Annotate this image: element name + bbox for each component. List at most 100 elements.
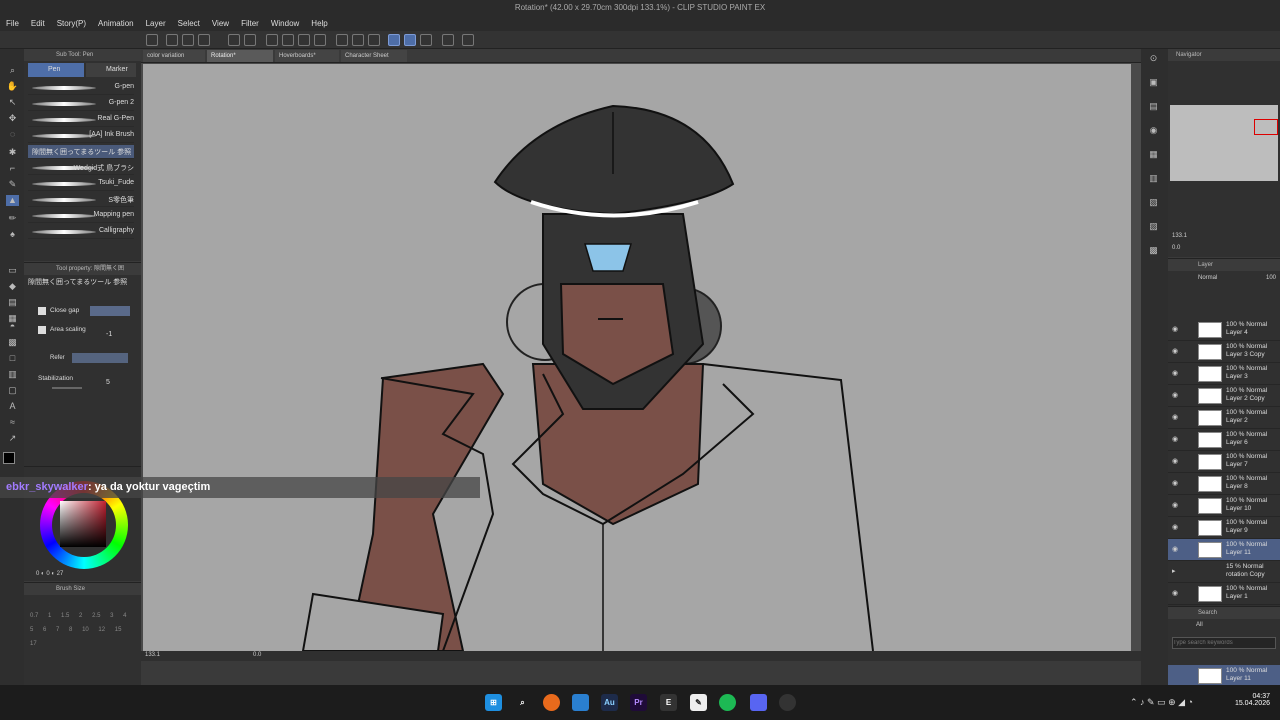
pencil-tool-icon[interactable]: ✏ (6, 213, 19, 224)
refer-layer-buttons[interactable] (72, 353, 128, 363)
transform-icon[interactable] (282, 34, 294, 46)
gradient-icon[interactable]: ▩ (6, 337, 19, 348)
viewport-frame[interactable] (1254, 119, 1278, 135)
loading-icon[interactable] (266, 34, 278, 46)
tab-pen[interactable]: Pen (28, 63, 84, 77)
layer-row[interactable]: ◉ 100 % Normal Layer 3 (1168, 363, 1280, 385)
auto-select-icon[interactable]: ✱ (6, 147, 19, 158)
operation-tool-icon[interactable]: ↖ (6, 97, 19, 108)
clear-icon[interactable] (368, 34, 380, 46)
audition-icon[interactable]: Au (601, 694, 618, 711)
menu-view[interactable]: View (212, 19, 229, 28)
menu-help[interactable]: Help (311, 19, 327, 28)
epic-icon[interactable]: E (660, 694, 677, 711)
brush-item[interactable]: Tsuki_Fude (28, 177, 134, 191)
search-input[interactable] (1172, 637, 1276, 649)
menu-animation[interactable]: Animation (98, 19, 134, 28)
layer-row[interactable]: ◉ 100 % Normal Layer 4 (1168, 319, 1280, 341)
navigator-preview[interactable] (1170, 105, 1278, 181)
crop-icon[interactable] (314, 34, 326, 46)
brush-item[interactable]: Real G-Pen (28, 113, 134, 127)
brush-item[interactable]: G-pen (28, 81, 134, 95)
close-gap-level[interactable] (90, 306, 130, 316)
layer-row[interactable]: ◉ 100 % Normal Layer 8 (1168, 473, 1280, 495)
tab-rotation[interactable]: Rotation* (207, 50, 273, 62)
menu-file[interactable]: File (6, 19, 19, 28)
lasso-icon[interactable]: ◌ (6, 129, 19, 140)
navigator-zoom[interactable]: 133.1 (1172, 233, 1187, 239)
blend-icon[interactable]: ◆ (6, 281, 19, 292)
tab-character-sheet[interactable]: Character Sheet (341, 50, 407, 62)
layer-row[interactable]: ◉ 100 % Normal Layer 10 (1168, 495, 1280, 517)
material-icon[interactable] (442, 34, 454, 46)
blend-mode-select[interactable]: Normal (1198, 275, 1217, 281)
frame-border-icon[interactable]: ▢ (6, 385, 19, 396)
discord-icon[interactable] (750, 694, 767, 711)
search-scope-select[interactable]: All (1196, 622, 1203, 628)
snap-ruler-icon[interactable] (388, 34, 400, 46)
brush-item[interactable]: Wedgid式 鳥ブラシ (28, 161, 134, 175)
area-scaling-checkbox[interactable] (38, 326, 46, 334)
stabilization-value[interactable]: 5 (106, 379, 110, 386)
windows-icon[interactable]: ⊞ (485, 694, 502, 711)
fill-tool-icon[interactable]: ▲ (6, 195, 19, 206)
text-tool-icon[interactable]: A (6, 401, 19, 412)
main-color-swatch[interactable] (3, 452, 15, 464)
brush-item[interactable]: G-pen 2 (28, 97, 134, 111)
eye-icon[interactable]: ◉ (1172, 391, 1178, 399)
tab-marker[interactable]: Marker (86, 63, 136, 77)
menu-layer[interactable]: Layer (146, 19, 166, 28)
snap-special-ruler-icon[interactable] (404, 34, 416, 46)
history-icon[interactable]: ▥ (1147, 173, 1160, 184)
eye-icon[interactable]: ◉ (1172, 589, 1178, 597)
layer-row[interactable]: ◉ 100 % Normal Layer 3 Copy (1168, 341, 1280, 363)
menu-window[interactable]: Window (271, 19, 299, 28)
new-file-icon[interactable] (166, 34, 178, 46)
pen-tool-icon[interactable]: ✎ (6, 179, 19, 190)
brush-item[interactable]: Calligraphy (28, 225, 134, 239)
opacity-value[interactable]: 100 (1266, 275, 1276, 281)
brush-item[interactable]: S零色筆 (28, 193, 134, 207)
eye-icon[interactable]: ◉ (1172, 435, 1178, 443)
eye-icon[interactable]: ◉ (1172, 325, 1178, 333)
rectangle-icon[interactable]: □ (6, 353, 19, 364)
search-icon[interactable]: ⌕ (514, 694, 531, 711)
premiere-icon[interactable]: Pr (630, 694, 647, 711)
save-icon[interactable] (198, 34, 210, 46)
layer-row-selected[interactable]: ◉ 100 % Normal Layer 11 (1168, 539, 1280, 561)
material-panel-icon[interactable]: ▦ (1147, 149, 1160, 160)
spotify-icon[interactable] (719, 694, 736, 711)
figure-icon[interactable]: ▤ (6, 297, 19, 308)
item-bank-icon[interactable]: ▤ (1147, 101, 1160, 112)
eye-icon[interactable]: ◉ (1172, 347, 1178, 355)
stabilization-slider[interactable] (52, 387, 82, 389)
layer-row[interactable]: ◉ 100 % Normal Layer 2 Copy (1168, 385, 1280, 407)
close-gap-checkbox[interactable] (38, 307, 46, 315)
deselect-icon[interactable] (336, 34, 348, 46)
brush-size-grid[interactable]: 0.7 1 1.5 2 2.5 3 4 5 6 7 8 10 12 15 17 (30, 609, 130, 651)
fill-bucket-icon[interactable]: ◓ (6, 321, 19, 332)
tab-color-variation[interactable]: color variation (143, 50, 205, 62)
layer-row[interactable]: ◉ 100 % Normal Layer 7 (1168, 451, 1280, 473)
correct-line-icon[interactable]: ↗ (6, 433, 19, 444)
help-icon[interactable] (462, 34, 474, 46)
invert-selection-icon[interactable] (352, 34, 364, 46)
menu-edit[interactable]: Edit (31, 19, 45, 28)
tray-icons[interactable]: ⌃ ♪ ✎ ▭ ⊕ ◢ ◔ (1130, 697, 1193, 708)
layer-folder-row[interactable]: ▸ 15 % Normal rotation Copy (1168, 561, 1280, 583)
clock[interactable]: 04:37 15.04.2026 (1228, 693, 1270, 707)
layer-row[interactable]: ◉ 100 % Normal Layer 6 (1168, 429, 1280, 451)
eye-icon[interactable]: ◉ (1172, 501, 1178, 509)
eyedropper-icon[interactable]: ⌐ (6, 163, 19, 174)
new-canvas-icon[interactable] (146, 34, 158, 46)
open-icon[interactable] (182, 34, 194, 46)
menu-story[interactable]: Story(P) (57, 19, 86, 28)
rotation-readout[interactable]: 0.0 (253, 652, 261, 658)
menu-select[interactable]: Select (178, 19, 200, 28)
hand-tool-icon[interactable]: ✋ (6, 81, 19, 92)
clip-studio-icon[interactable]: ✎ (690, 694, 707, 711)
snap-grid-icon[interactable] (420, 34, 432, 46)
camera-icon[interactable]: ◉ (1147, 125, 1160, 136)
timeline-icon[interactable]: ▩ (1147, 245, 1160, 256)
brush-item-selected[interactable]: 隙間無く囲ってまるツール 参照 (28, 145, 134, 159)
